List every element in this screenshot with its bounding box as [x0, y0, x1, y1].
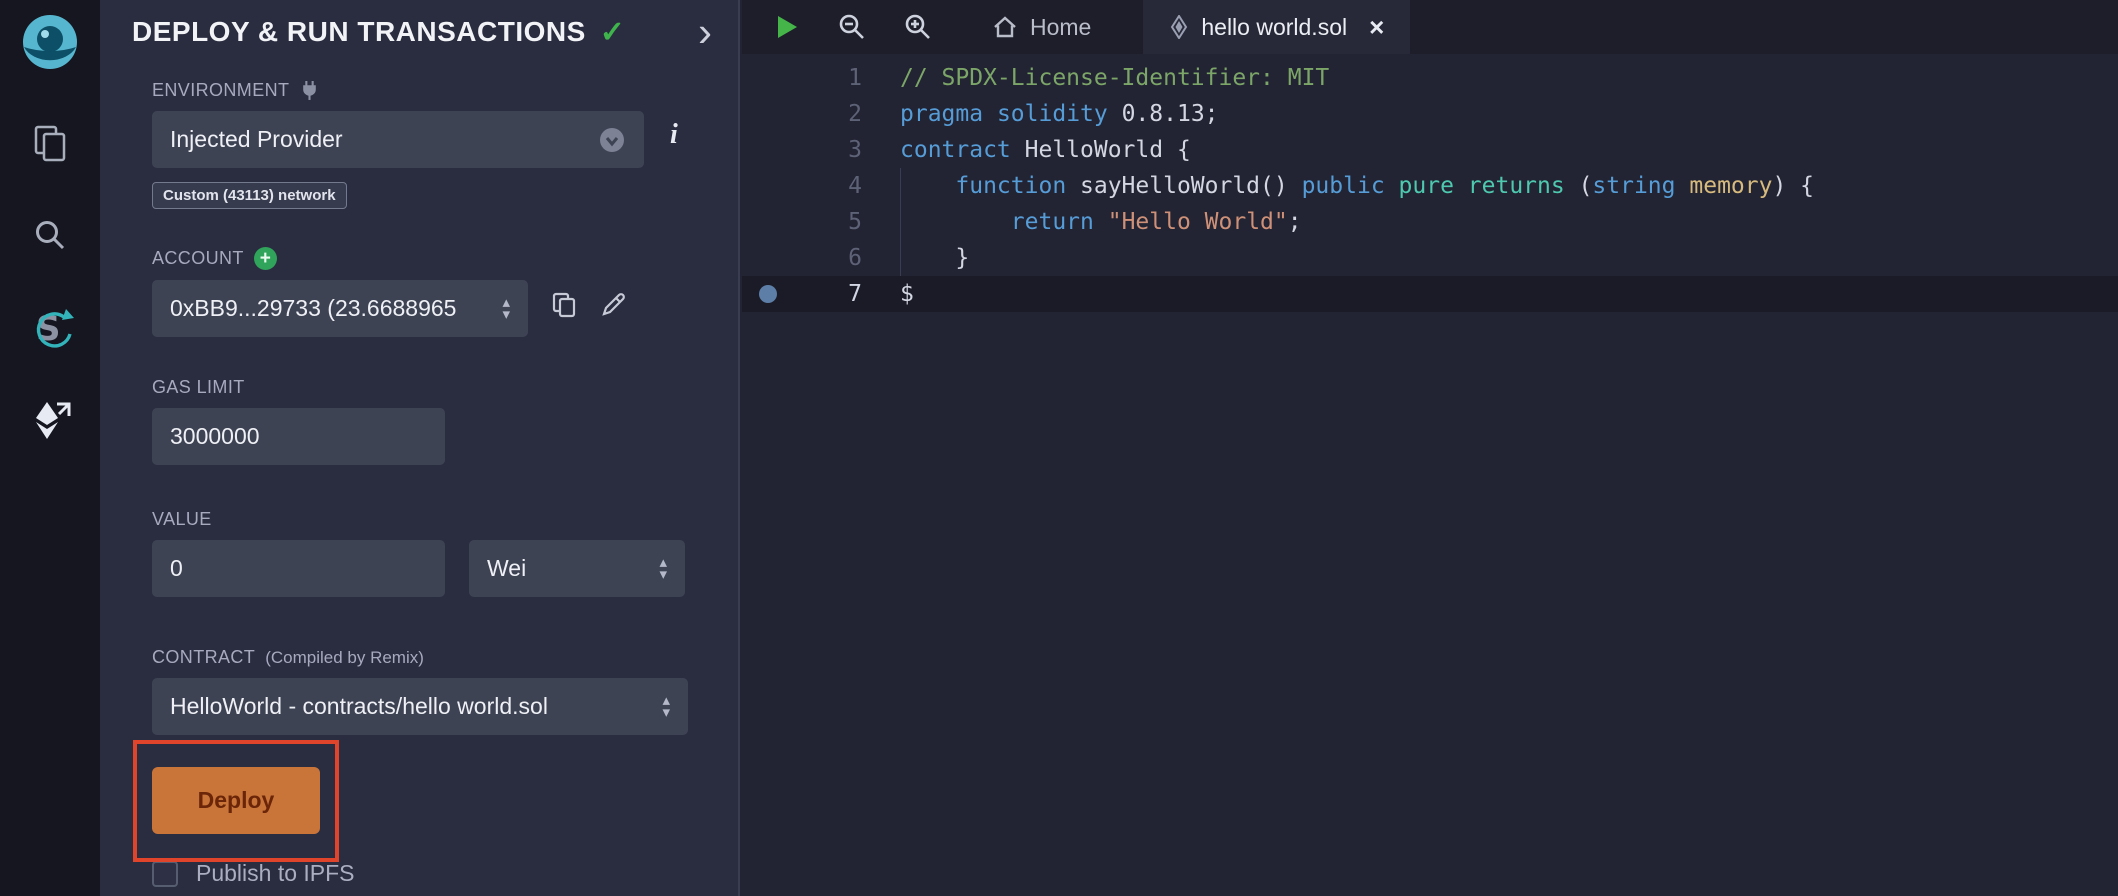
tab-home[interactable]: Home	[966, 0, 1117, 54]
code-line-row[interactable]: 5 return "Hello World";	[742, 204, 2118, 240]
account-group: ACCOUNT + 0xBB9...29733 (23.6688965 ▴▾	[152, 247, 698, 337]
value-input[interactable]	[152, 540, 445, 597]
code-editor[interactable]: 1// SPDX-License-Identifier: MIT2pragma …	[742, 54, 2118, 312]
deploy-button[interactable]: Deploy	[152, 767, 320, 834]
code-rows: 1// SPDX-License-Identifier: MIT2pragma …	[742, 60, 2118, 312]
editor-region: Home hello world.sol × 1// SPDX-License-…	[742, 0, 2118, 896]
network-badge: Custom (43113) network	[152, 182, 347, 209]
check-icon: ✓	[600, 15, 625, 50]
account-selected: 0xBB9...29733 (23.6688965	[170, 295, 456, 322]
code-line-row[interactable]: 2pragma solidity 0.8.13;	[742, 96, 2118, 132]
home-icon	[992, 15, 1018, 39]
code-line-row[interactable]: 1// SPDX-License-Identifier: MIT	[742, 60, 2118, 96]
account-label: ACCOUNT	[152, 248, 244, 269]
activity-bar: S	[0, 0, 100, 896]
account-select[interactable]: 0xBB9...29733 (23.6688965 ▴▾	[152, 280, 528, 337]
info-icon[interactable]: i	[670, 119, 678, 151]
solidity-file-icon	[1169, 15, 1189, 39]
contract-label: CONTRACT	[152, 647, 255, 668]
unit-stepper-icon[interactable]: ▴▾	[649, 557, 667, 581]
environment-label: ENVIRONMENT	[152, 80, 289, 101]
code-line[interactable]: return "Hello World";	[862, 204, 2118, 240]
chevron-right-icon[interactable]: ›	[698, 17, 712, 47]
contract-sublabel: (Compiled by Remix)	[265, 648, 424, 668]
remix-logo-icon[interactable]	[18, 12, 82, 76]
provider-status-icon[interactable]	[598, 126, 626, 154]
add-account-icon[interactable]: +	[254, 247, 277, 270]
line-number[interactable]: 5	[794, 209, 862, 235]
code-line[interactable]: $	[862, 276, 2118, 312]
tab-hello-world-sol[interactable]: hello world.sol ×	[1143, 0, 1410, 54]
remix-ide-screen: S DEPLOY & RUN TRANSACTIONS ✓ › ENVIRONM…	[0, 0, 2118, 896]
publish-ipfs-checkbox[interactable]	[152, 861, 178, 887]
editor-topbar: Home hello world.sol ×	[742, 0, 2118, 54]
plug-icon	[299, 80, 320, 101]
publish-ipfs-label: Publish to IPFS	[196, 860, 355, 887]
file-explorer-icon[interactable]	[25, 120, 75, 168]
panel-header: DEPLOY & RUN TRANSACTIONS ✓ ›	[100, 0, 738, 50]
line-number[interactable]: 6	[794, 245, 862, 271]
code-line-row[interactable]: 7$	[742, 276, 2118, 312]
gas-limit-group: GAS LIMIT	[152, 377, 698, 465]
deploy-run-icon[interactable]	[25, 396, 75, 444]
deploy-run-panel: DEPLOY & RUN TRANSACTIONS ✓ › ENVIRONMEN…	[100, 0, 740, 896]
code-line[interactable]: // SPDX-License-Identifier: MIT	[862, 60, 2118, 96]
edit-pencil-icon[interactable]	[600, 290, 628, 318]
code-line-row[interactable]: 6 }	[742, 240, 2118, 276]
line-number[interactable]: 2	[794, 101, 862, 127]
breakpoint-gutter[interactable]	[742, 285, 794, 303]
zoom-in-icon[interactable]	[902, 12, 932, 42]
value-unit-select[interactable]: Wei ▴▾	[469, 540, 685, 597]
breakpoint-dot[interactable]	[759, 285, 777, 303]
run-script-icon[interactable]	[772, 13, 800, 41]
tab-home-label: Home	[1030, 14, 1091, 41]
gas-limit-label: GAS LIMIT	[152, 377, 245, 398]
line-number[interactable]: 4	[794, 173, 862, 199]
contract-group: CONTRACT (Compiled by Remix) HelloWorld …	[152, 647, 698, 735]
code-line[interactable]: contract HelloWorld {	[862, 132, 2118, 168]
search-icon[interactable]	[25, 212, 75, 260]
value-group: VALUE Wei ▴▾	[152, 509, 698, 597]
copy-icon[interactable]	[550, 290, 578, 318]
contract-selected: HelloWorld - contracts/hello world.sol	[170, 693, 548, 720]
environment-selected: Injected Provider	[170, 126, 343, 153]
tab-hello-world-label: hello world.sol	[1201, 14, 1347, 41]
code-line[interactable]: }	[862, 240, 2118, 276]
environment-group: ENVIRONMENT Injected Provider	[152, 80, 698, 209]
code-line[interactable]: pragma solidity 0.8.13;	[862, 96, 2118, 132]
value-label: VALUE	[152, 509, 212, 530]
account-stepper-icon[interactable]: ▴▾	[492, 297, 510, 321]
line-number[interactable]: 7	[794, 281, 862, 307]
value-unit-selected: Wei	[487, 555, 526, 582]
code-line[interactable]: function sayHelloWorld() public pure ret…	[862, 168, 2118, 204]
zoom-out-icon[interactable]	[836, 12, 866, 42]
code-line-row[interactable]: 4 function sayHelloWorld() public pure r…	[742, 168, 2118, 204]
solidity-compiler-icon[interactable]: S	[25, 304, 75, 352]
publish-row: Publish to IPFS	[152, 860, 738, 887]
panel-title: DEPLOY & RUN TRANSACTIONS	[132, 14, 586, 50]
line-number[interactable]: 1	[794, 65, 862, 91]
line-number[interactable]: 3	[794, 137, 862, 163]
environment-select[interactable]: Injected Provider	[152, 111, 644, 168]
close-tab-icon[interactable]: ×	[1369, 12, 1384, 43]
contract-stepper-icon[interactable]: ▴▾	[652, 695, 670, 719]
code-line-row[interactable]: 3contract HelloWorld {	[742, 132, 2118, 168]
gas-limit-input[interactable]	[152, 408, 445, 465]
contract-select[interactable]: HelloWorld - contracts/hello world.sol ▴…	[152, 678, 688, 735]
